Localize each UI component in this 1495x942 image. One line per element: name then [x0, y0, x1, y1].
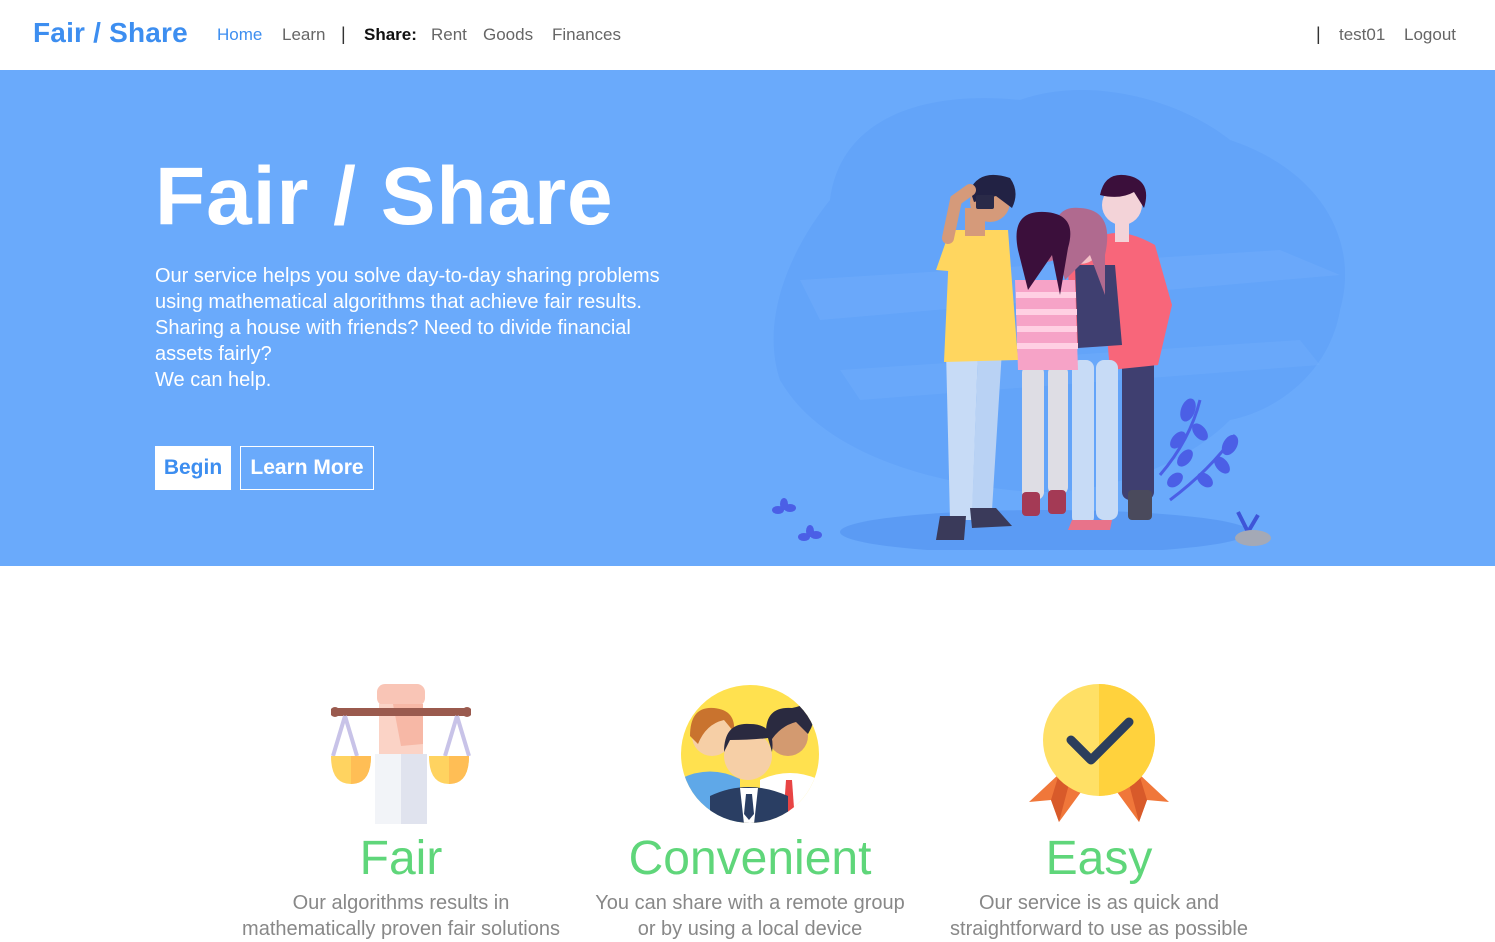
- nav-learn-link[interactable]: Learn: [282, 25, 325, 45]
- feature-convenient: Convenient You can share with a remote g…: [585, 684, 915, 942]
- hero-description: Our service helps you solve day-to-day s…: [155, 263, 725, 393]
- nav-finances-link[interactable]: Finances: [552, 25, 621, 45]
- feature-title: Fair: [359, 832, 443, 885]
- feature-desc-line: or by using a local device: [637, 918, 863, 940]
- scales-icon: [330, 684, 472, 824]
- feature-description: Our service is as quick and straightforw…: [934, 890, 1264, 942]
- hero-line: Sharing a house with friends? Need to di…: [155, 317, 631, 339]
- group-selfie-illustration: [772, 89, 1346, 550]
- hero-line: assets fairly?: [155, 343, 272, 365]
- brand-logo[interactable]: Fair / Share: [33, 17, 188, 49]
- hero-line: We can help.: [155, 369, 272, 391]
- hero-line: using mathematical algorithms that achie…: [155, 291, 642, 313]
- feature-desc-line: Our service is as quick and: [978, 892, 1220, 914]
- nav-rent-link[interactable]: Rent: [431, 25, 467, 45]
- feature-fair: Fair Our algorithms results in mathemati…: [236, 684, 566, 942]
- hero-title: Fair / Share: [155, 151, 614, 242]
- hero-section: Fair / Share Our service helps you solve…: [0, 70, 1495, 566]
- feature-desc-line: straightforward to use as possible: [950, 918, 1248, 940]
- feature-description: Our algorithms results in mathematically…: [236, 890, 566, 942]
- nav-username[interactable]: test01: [1339, 25, 1385, 45]
- feature-easy: Easy Our service is as quick and straigh…: [934, 684, 1264, 942]
- hero-line: Our service helps you solve day-to-day s…: [155, 265, 660, 287]
- nav-home-link[interactable]: Home: [217, 25, 262, 45]
- feature-desc-line: Our algorithms results in: [292, 892, 510, 914]
- learn-more-button[interactable]: Learn More: [240, 446, 374, 490]
- feature-title: Easy: [1045, 832, 1153, 885]
- nav-separator: |: [341, 24, 346, 44]
- nav-logout-link[interactable]: Logout: [1404, 25, 1456, 45]
- nav-share-label: Share:: [364, 25, 417, 44]
- feature-desc-line: mathematically proven fair solutions: [242, 918, 560, 940]
- navbar: Fair / Share Home Learn | Share: Rent Go…: [0, 0, 1495, 70]
- feature-desc-line: You can share with a remote group: [595, 892, 905, 914]
- medal-icon: [1029, 684, 1169, 824]
- feature-title: Convenient: [628, 832, 872, 885]
- group-icon: [680, 684, 820, 824]
- nav-goods-link[interactable]: Goods: [483, 25, 533, 45]
- begin-button[interactable]: Begin: [155, 446, 231, 490]
- nav-separator-right: |: [1316, 24, 1321, 44]
- feature-description: You can share with a remote group or by …: [585, 890, 915, 942]
